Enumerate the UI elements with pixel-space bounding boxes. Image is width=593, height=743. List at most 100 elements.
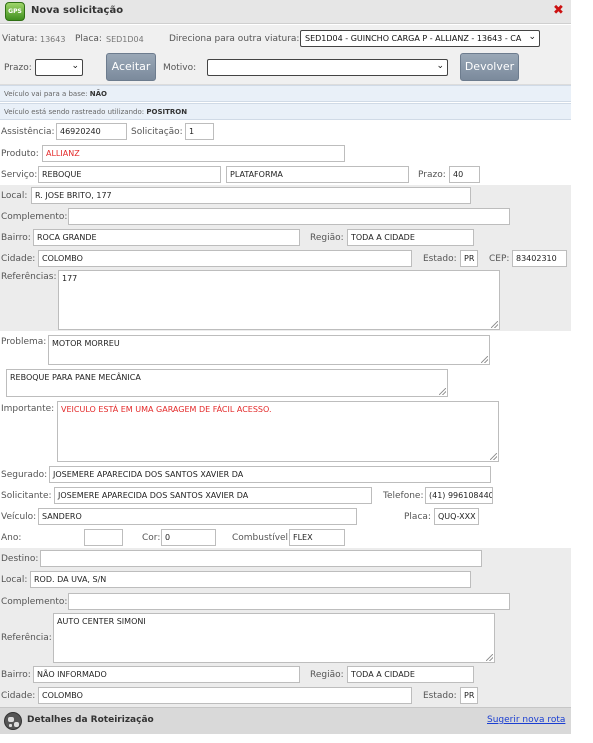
veiculo-label: Veículo: bbox=[1, 512, 37, 522]
servico-label: Serviço: bbox=[1, 170, 38, 180]
estado-label: Estado: bbox=[423, 254, 457, 264]
importante-textarea[interactable]: VEICULO ESTÁ EM UMA GARAGEM DE FÁCIL ACE… bbox=[57, 401, 499, 462]
destino-label: Destino: bbox=[1, 554, 39, 564]
problema-label: Problema: bbox=[1, 337, 47, 347]
destino-estado-field[interactable]: PR bbox=[460, 687, 478, 704]
panel-title: Nova solicitação bbox=[31, 5, 124, 16]
resize-handle[interactable] bbox=[486, 654, 493, 661]
placa-value: SED1D04 bbox=[106, 35, 144, 44]
viatura-label: Viatura: bbox=[2, 34, 38, 44]
tracking-info: Veículo está sendo rastreado utilizando:… bbox=[0, 103, 571, 120]
base-value: NÃO bbox=[89, 90, 107, 98]
referencias-textarea[interactable]: 177 bbox=[58, 270, 500, 330]
local-field[interactable]: R. JOSE BRITO, 177 bbox=[31, 187, 471, 204]
routing-details-title: Detalhes da Roteirização bbox=[27, 715, 154, 725]
solicitacao-label: Solicitação: bbox=[131, 127, 183, 137]
veiculo-field[interactable]: SANDERO bbox=[38, 508, 357, 525]
destino-referencia-textarea[interactable]: AUTO CENTER SIMONI bbox=[53, 613, 495, 663]
assistencia-label: Assistência: bbox=[1, 127, 55, 137]
referencias-label: Referências: bbox=[1, 272, 57, 282]
prazo-select-label: Prazo: bbox=[4, 63, 32, 73]
bairro-field[interactable]: ROCA GRANDE bbox=[33, 229, 300, 246]
regiao-label: Região: bbox=[310, 233, 344, 243]
produto-field[interactable]: ALLIANZ bbox=[42, 145, 345, 162]
destino-bairro-field[interactable]: NÃO INFORMADO bbox=[33, 666, 300, 683]
destino-local-field[interactable]: ROD. DA UVA, S/N bbox=[30, 571, 471, 588]
globe-icon bbox=[4, 712, 22, 730]
solicitante-field[interactable]: JOSEMERE APARECIDA DOS SANTOS XAVIER DA bbox=[54, 487, 372, 504]
cor-label: Cor: bbox=[142, 533, 161, 543]
redirect-label: Direciona para outra viatura: bbox=[169, 34, 300, 44]
ano-label: Ano: bbox=[1, 533, 22, 543]
request-panel: GPS Nova solicitação ✖ Viatura: 13643 Pl… bbox=[0, 0, 572, 743]
redirect-vehicle-select[interactable]: SED1D04 - GUINCHO CARGA P - ALLIANZ - 13… bbox=[300, 30, 540, 47]
tracking-value: POSITRON bbox=[146, 108, 188, 116]
viatura-value: 13643 bbox=[40, 35, 66, 44]
local-label: Local: bbox=[1, 191, 28, 201]
chevron-down-icon: ⌄ bbox=[71, 61, 79, 71]
importante-label: Importante: bbox=[1, 404, 55, 414]
servico-field[interactable]: REBOQUE bbox=[38, 166, 221, 183]
motivo-select[interactable]: ⌄ bbox=[207, 59, 448, 76]
prazo-select[interactable]: ⌄ bbox=[35, 59, 83, 76]
estado-field[interactable]: PR bbox=[460, 250, 478, 267]
destino-bairro-label: Bairro: bbox=[1, 670, 31, 680]
ano-field[interactable] bbox=[84, 529, 123, 546]
problema-detail-textarea[interactable]: REBOQUE PARA PANE MECÂNICA bbox=[6, 369, 448, 397]
destino-regiao-field[interactable]: TODA A CIDADE bbox=[347, 666, 474, 683]
base-info: Veículo vai para a base: NÃO bbox=[0, 85, 571, 102]
servico-type-field[interactable]: PLATAFORMA bbox=[226, 166, 409, 183]
panel-header: GPS Nova solicitação ✖ bbox=[0, 0, 571, 24]
destino-complemento-field[interactable] bbox=[68, 593, 510, 610]
destino-estado-label: Estado: bbox=[423, 691, 457, 701]
destino-regiao-label: Região: bbox=[310, 670, 344, 680]
destino-field[interactable] bbox=[40, 550, 482, 567]
combustivel-label: Combustível: bbox=[232, 533, 292, 543]
vehicle-bar: Viatura: 13643 Placa: SED1D04 Direciona … bbox=[0, 25, 571, 85]
destino-cidade-field[interactable]: COLOMBO bbox=[38, 687, 412, 704]
segurado-field[interactable]: JOSEMERE APARECIDA DOS SANTOS XAVIER DA bbox=[49, 466, 491, 483]
routing-details-bar[interactable]: Detalhes da Roteirização Sugerir nova ro… bbox=[0, 707, 571, 734]
destino-referencia-label: Referência: bbox=[1, 633, 52, 643]
chevron-down-icon: ⌄ bbox=[528, 32, 536, 42]
cor-field[interactable]: 0 bbox=[161, 529, 216, 546]
placa-label: Placa: bbox=[75, 34, 102, 44]
prazo-field[interactable]: 40 bbox=[449, 166, 480, 183]
devolver-button[interactable]: Devolver bbox=[460, 53, 519, 81]
motivo-label: Motivo: bbox=[163, 63, 197, 73]
page-margin bbox=[571, 0, 593, 743]
prazo-label: Prazo: bbox=[418, 170, 446, 180]
redirect-vehicle-value: SED1D04 - GUINCHO CARGA P - ALLIANZ - 13… bbox=[305, 34, 522, 43]
problema-textarea[interactable]: MOTOR MORREU bbox=[48, 335, 490, 365]
regiao-field[interactable]: TODA A CIDADE bbox=[347, 229, 474, 246]
assistencia-field[interactable]: 46920240 bbox=[56, 123, 127, 140]
close-icon[interactable]: ✖ bbox=[553, 3, 564, 18]
destino-cidade-label: Cidade: bbox=[1, 691, 36, 701]
resize-handle[interactable] bbox=[490, 453, 497, 460]
complemento-field[interactable] bbox=[68, 208, 510, 225]
resize-handle[interactable] bbox=[491, 321, 498, 328]
suggest-route-link[interactable]: Sugerir nova rota bbox=[487, 715, 565, 725]
gps-logo-icon: GPS bbox=[5, 2, 25, 21]
resize-handle[interactable] bbox=[439, 388, 446, 395]
complemento-label: Complemento: bbox=[1, 212, 68, 222]
destino-local-label: Local: bbox=[1, 575, 28, 585]
produto-label: Produto: bbox=[1, 149, 39, 159]
chevron-down-icon: ⌄ bbox=[436, 61, 444, 71]
telefone-label: Telefone: bbox=[383, 491, 424, 501]
cidade-label: Cidade: bbox=[1, 254, 36, 264]
placa-field[interactable]: QUQ-XXX bbox=[434, 508, 479, 525]
combustivel-field[interactable]: FLEX bbox=[289, 529, 345, 546]
solicitacao-field[interactable]: 1 bbox=[185, 123, 214, 140]
cep-field[interactable]: 83402310 bbox=[512, 250, 567, 267]
segurado-label: Segurado: bbox=[1, 470, 48, 480]
aceitar-button[interactable]: Aceitar bbox=[106, 53, 156, 81]
cep-label: CEP: bbox=[489, 254, 510, 264]
solicitante-label: Solicitante: bbox=[1, 491, 52, 501]
telefone-field[interactable]: (41) 996108440 bbox=[425, 487, 493, 504]
resize-handle[interactable] bbox=[481, 356, 488, 363]
destino-complemento-label: Complemento: bbox=[1, 597, 68, 607]
cidade-field[interactable]: COLOMBO bbox=[38, 250, 412, 267]
bairro-label: Bairro: bbox=[1, 233, 31, 243]
placa-label: Placa: bbox=[404, 512, 431, 522]
